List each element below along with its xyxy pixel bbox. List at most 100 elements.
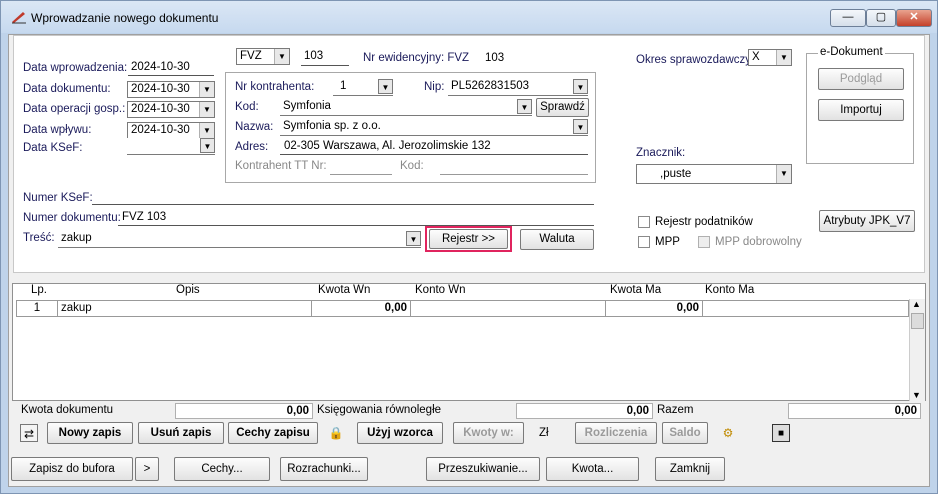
grid-header-kwota-ma: Kwota Ma — [610, 284, 662, 296]
delete-entry-button[interactable]: Usuń zapis — [138, 422, 224, 444]
dropdown-arrow-icon[interactable]: ▼ — [573, 119, 588, 134]
settlements-dialog-button[interactable]: Rozrachunki... — [280, 457, 368, 481]
mpp-dobrowolny-label: MPP dobrowolny — [715, 236, 802, 248]
okres-label: Okres sprawozdawczy: — [636, 54, 755, 66]
contractor-nr-label: Nr kontrahenta: — [235, 81, 315, 93]
row-konto-wn[interactable] — [410, 300, 606, 317]
entries-grid: Lp. Opis Kwota Wn Konto Wn Kwota Ma Kont… — [12, 283, 926, 401]
dropdown-arrow-icon[interactable]: ▼ — [776, 50, 791, 65]
save-to-buffer-button[interactable]: Zapisz do bufora — [11, 457, 133, 481]
tresc-select[interactable]: zakup ▼ — [58, 231, 421, 248]
znacznik-label: Znacznik: — [636, 147, 686, 159]
amounts-in-button[interactable]: Kwoty w: — [453, 422, 524, 444]
search-button[interactable]: Przeszukiwanie... — [426, 457, 540, 481]
grid-header-kwota-wn: Kwota Wn — [318, 284, 371, 296]
ksef-input[interactable] — [92, 204, 594, 205]
save-more-button[interactable]: > — [135, 457, 159, 481]
mpp-checkbox[interactable] — [638, 236, 650, 248]
ksieg-label: Księgowania równoległe — [317, 404, 442, 416]
importuj-button[interactable]: Importuj — [818, 99, 904, 121]
tresc-label: Treść: — [23, 232, 55, 244]
dropdown-arrow-icon[interactable]: ▼ — [274, 49, 289, 64]
date-received-picker[interactable]: 2024-10-30 ▼ — [127, 122, 215, 139]
new-entry-button[interactable]: Nowy zapis — [47, 422, 133, 444]
znacznik-select[interactable]: ,puste ▼ — [636, 164, 792, 184]
balance-button[interactable]: Saldo — [662, 422, 708, 444]
maximize-button[interactable]: ▢ — [866, 9, 896, 27]
nazwa-select[interactable]: Symfonia sp. z o.o. ▼ — [280, 119, 588, 136]
tt-label: Kontrahent TT Nr: — [235, 160, 327, 172]
date-entry-value: 2024-10-30 — [131, 61, 190, 73]
tt-kod-input[interactable] — [440, 174, 588, 175]
dropdown-arrow-icon[interactable]: ▼ — [517, 99, 532, 114]
numdok-value[interactable]: FVZ 103 — [122, 211, 166, 223]
dropdown-arrow-icon[interactable]: ▼ — [378, 79, 393, 94]
dropdown-arrow-icon[interactable]: ▼ — [199, 82, 214, 97]
date-operation-picker[interactable]: 2024-10-30 ▼ — [127, 101, 215, 118]
app-pen-icon — [12, 12, 26, 24]
row-kwota-wn[interactable]: 0,00 — [311, 300, 411, 317]
podglad-button[interactable]: Podgląd — [818, 68, 904, 90]
lock-icon[interactable]: 🔒 — [327, 424, 345, 442]
check-contractor-button[interactable]: Sprawdź — [536, 98, 589, 117]
dropdown-arrow-icon[interactable]: ▼ — [199, 102, 214, 117]
nazwa-label: Nazwa: — [235, 121, 274, 133]
date-ksef-picker[interactable]: ▼ — [127, 138, 215, 155]
dropdown-arrow-icon[interactable]: ▼ — [200, 138, 215, 153]
switch-arrows-icon[interactable]: ⇄ — [20, 424, 38, 442]
grid-header-konto-ma: Konto Ma — [705, 284, 755, 296]
scroll-down-icon[interactable]: ▼ — [912, 390, 921, 400]
ksieg-value: 0,00 — [516, 403, 653, 419]
row-kwota-ma[interactable]: 0,00 — [605, 300, 703, 317]
nip-label: Nip: — [424, 81, 445, 93]
close-dialog-button[interactable]: Zamknij — [655, 457, 725, 481]
jpk-attributes-button[interactable]: Atrybuty JPK_V7 — [819, 210, 915, 232]
settlements-button[interactable]: Rozliczenia — [575, 422, 657, 444]
entry-features-button[interactable]: Cechy zapisu — [228, 422, 318, 444]
close-button[interactable]: ✕ — [896, 9, 932, 27]
kod-select[interactable]: Symfonia ▼ — [280, 99, 532, 116]
use-template-button[interactable]: Użyj wzorca — [357, 422, 443, 444]
save-disk-icon[interactable]: ■ — [772, 424, 790, 442]
dropdown-arrow-icon[interactable]: ▼ — [776, 165, 791, 183]
rejestr-podatnikow-checkbox[interactable] — [638, 216, 650, 228]
dropdown-arrow-icon[interactable]: ▼ — [406, 231, 421, 246]
ewid-number: 103 — [485, 52, 505, 64]
date-entry-underline — [128, 75, 214, 76]
rejestr-podatnikow-label: Rejestr podatników — [655, 216, 753, 228]
minimize-button[interactable]: — — [830, 9, 866, 27]
dropdown-arrow-icon[interactable]: ▼ — [573, 79, 588, 94]
rejestr-button[interactable]: Rejestr >> — [429, 229, 508, 249]
nip-select[interactable]: PL5262831503 ▼ — [448, 79, 588, 96]
gear-icon[interactable]: ⚙ — [719, 424, 737, 442]
row-lp[interactable]: 1 — [16, 300, 58, 317]
grid-header-konto-wn: Konto Wn — [415, 284, 466, 296]
waluta-button[interactable]: Waluta — [520, 229, 594, 250]
adres-value[interactable]: 02-305 Warszawa, Al. Jerozolimskie 132 — [284, 140, 491, 152]
title-bar: Wprowadzanie nowego dokumentu — ▢ ✕ — [1, 1, 937, 33]
numdok-underline — [118, 225, 594, 226]
header-panel: Data wprowadzenia: 2024-10-30 Data dokum… — [13, 35, 925, 273]
doc-type-select[interactable]: FVZ ▼ — [236, 48, 290, 65]
tt-kod-label: Kod: — [400, 160, 424, 172]
features-button[interactable]: Cechy... — [174, 457, 270, 481]
ewid-label: Nr ewidencyjny: FVZ — [363, 52, 470, 64]
scroll-thumb[interactable] — [911, 313, 924, 329]
razem-label: Razem — [657, 404, 694, 416]
date-document-picker[interactable]: 2024-10-30 ▼ — [127, 81, 215, 98]
grid-header-opis: Opis — [176, 284, 200, 296]
dropdown-arrow-icon[interactable]: ▼ — [199, 123, 214, 138]
row-opis[interactable]: zakup — [57, 300, 312, 317]
grid-scrollbar[interactable]: ▲ ▼ — [909, 299, 925, 401]
mpp-label: MPP — [655, 236, 680, 248]
tt-input[interactable] — [330, 174, 392, 175]
amount-button[interactable]: Kwota... — [546, 457, 639, 481]
contractor-nr-select[interactable]: 1 ▼ — [333, 79, 393, 96]
okres-select[interactable]: X ▼ — [748, 49, 792, 66]
window-title: Wprowadzanie nowego dokumentu — [31, 11, 219, 25]
grid-header-lp: Lp. — [31, 284, 47, 296]
row-konto-ma[interactable] — [702, 300, 909, 317]
doc-number-value[interactable]: 103 — [304, 50, 323, 62]
scroll-up-icon[interactable]: ▲ — [912, 299, 921, 309]
mpp-dobrowolny-checkbox[interactable] — [698, 236, 710, 248]
